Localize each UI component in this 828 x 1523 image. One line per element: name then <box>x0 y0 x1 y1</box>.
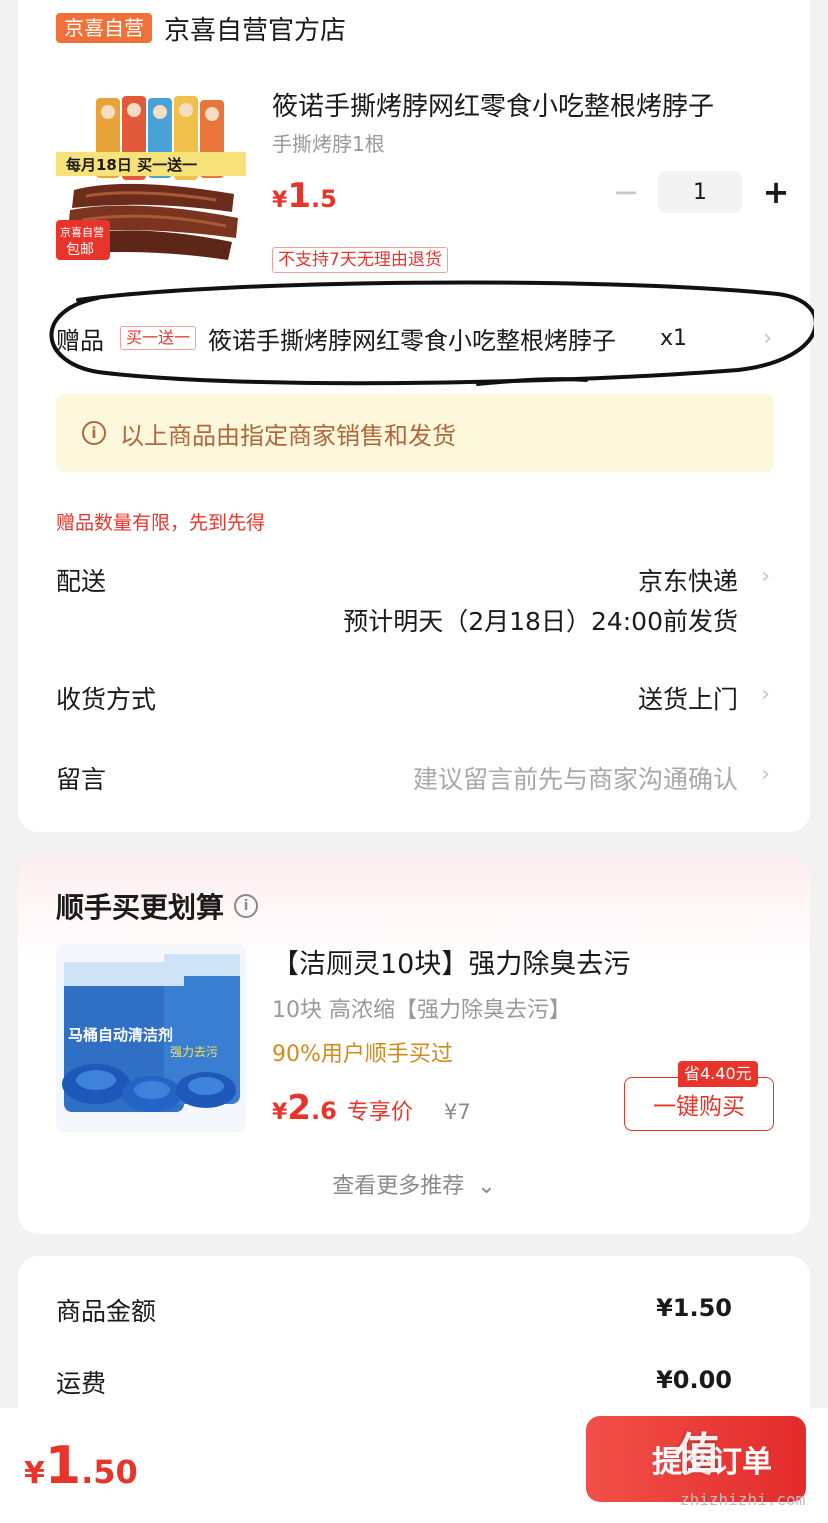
recommend-buyers-text: 90%用户顺手买过 <box>272 1042 453 1067</box>
quantity-stepper: − 1 + <box>604 170 798 214</box>
recommend-title-text: 顺手买更划算 <box>56 891 225 924</box>
info-icon: i <box>82 421 106 445</box>
site-watermark: 值 zhizhizhi.com <box>676 1418 824 1518</box>
total-integer: 1 <box>44 1436 82 1496</box>
recommend-title: 顺手买更划算 i <box>56 886 259 926</box>
delivery-chevron-right-icon[interactable]: › <box>761 564 770 589</box>
message-label: 留言 <box>56 765 107 794</box>
order-card: 京喜自营 京喜自营官方店 每月18日 买一送一 京喜自营 包邮 筱诺手撕烤脖网红… <box>18 0 814 832</box>
watermark-url: zhizhizhi.com <box>680 1490 806 1509</box>
total-price: ¥1.50 <box>24 1436 138 1496</box>
total-currency: ¥ <box>24 1456 45 1491</box>
rec-price-decimal: .6 <box>310 1097 337 1125</box>
corner-badge-top: 京喜自营 <box>60 225 104 239</box>
watermark-logo: 值 <box>676 1429 720 1480</box>
product-title[interactable]: 筱诺手撕烤脖网红零食小吃整根烤脖子 <box>272 86 762 123</box>
decrease-button[interactable]: − <box>604 170 648 214</box>
original-price: ¥7 <box>444 1100 471 1124</box>
message-input[interactable]: 建议留言前先与商家沟通确认 <box>413 760 738 796</box>
shipping-fee-label: 运费 <box>56 1369 107 1398</box>
recommend-price: ¥2.6 专享价 <box>272 1088 413 1128</box>
self-operated-badge: 京喜自营 <box>56 13 152 43</box>
recommend-product-image[interactable]: 马桶自动清洁剂 强力去污 <box>56 944 246 1132</box>
price-integer: 1 <box>287 176 311 216</box>
chevron-down-icon: ⌄ <box>477 1174 496 1199</box>
product-spec[interactable]: 手撕烤脖1根 <box>272 128 385 157</box>
product-image[interactable]: 每月18日 买一送一 京喜自营 包邮 <box>56 92 246 272</box>
braised-neck-product-photo: 每月18日 买一送一 京喜自营 包邮 <box>56 92 246 272</box>
product-price: ¥1.5 <box>272 176 337 216</box>
see-more-text: 查看更多推荐 <box>332 1174 465 1199</box>
save-amount-badge: 省4.40元 <box>678 1061 758 1087</box>
pack-side-text: 强力去污 <box>170 1045 218 1059</box>
delivery-label: 配送 <box>56 567 107 596</box>
promo-text: 每月18日 买一送一 <box>66 156 197 174</box>
no-return-tag: 不支持7天无理由退货 <box>272 247 448 273</box>
rec-price-integer: 2 <box>287 1088 311 1128</box>
recommend-product-desc: 10块 高浓缩【强力除臭去污】 <box>272 998 571 1023</box>
exclusive-price-label: 专享价 <box>346 1100 413 1125</box>
shipping-fee-value: ¥0.00 <box>656 1366 732 1394</box>
toilet-cleaner-product-photo: 马桶自动清洁剂 强力去污 <box>56 944 246 1132</box>
receive-method-value[interactable]: 送货上门 <box>638 680 738 716</box>
quantity-input[interactable]: 1 <box>658 171 742 213</box>
price-decimal: .5 <box>310 185 337 213</box>
total-decimal: .50 <box>81 1453 138 1491</box>
receive-method-label: 收货方式 <box>56 685 157 714</box>
hand-drawn-circle-annotation <box>49 280 814 386</box>
seller-notice: i 以上商品由指定商家销售和发货 <box>56 394 774 472</box>
receive-chevron-right-icon[interactable]: › <box>761 682 770 707</box>
pack-text: 马桶自动清洁剂 <box>68 1026 173 1044</box>
goods-amount-value: ¥1.50 <box>656 1294 732 1322</box>
store-header[interactable]: 京喜自营 京喜自营官方店 <box>56 10 346 46</box>
price-currency: ¥ <box>272 188 288 213</box>
see-more-recommend-link[interactable]: 查看更多推荐 ⌄ <box>18 1168 810 1200</box>
recommend-card: 顺手买更划算 i 马桶自动清洁剂 强力去污 【洁厕灵10块】强力除臭去污 10块… <box>18 856 810 1234</box>
message-chevron-right-icon[interactable]: › <box>761 762 770 787</box>
delivery-estimate: 预计明天（2月18日）24:00前发货 <box>343 607 738 636</box>
recommend-product-name[interactable]: 【洁厕灵10块】强力除臭去污 <box>272 942 630 981</box>
info-icon[interactable]: i <box>234 894 259 918</box>
goods-amount-label: 商品金额 <box>56 1297 157 1326</box>
increase-button[interactable]: + <box>754 170 798 214</box>
corner-badge-bottom: 包邮 <box>66 242 94 258</box>
notice-text: 以上商品由指定商家销售和发货 <box>120 421 456 450</box>
store-name[interactable]: 京喜自营官方店 <box>164 10 346 47</box>
gift-limit-text: 赠品数量有限，先到先得 <box>56 512 266 534</box>
delivery-carrier[interactable]: 京东快递 <box>638 562 738 598</box>
rec-price-currency: ¥ <box>272 1100 288 1125</box>
